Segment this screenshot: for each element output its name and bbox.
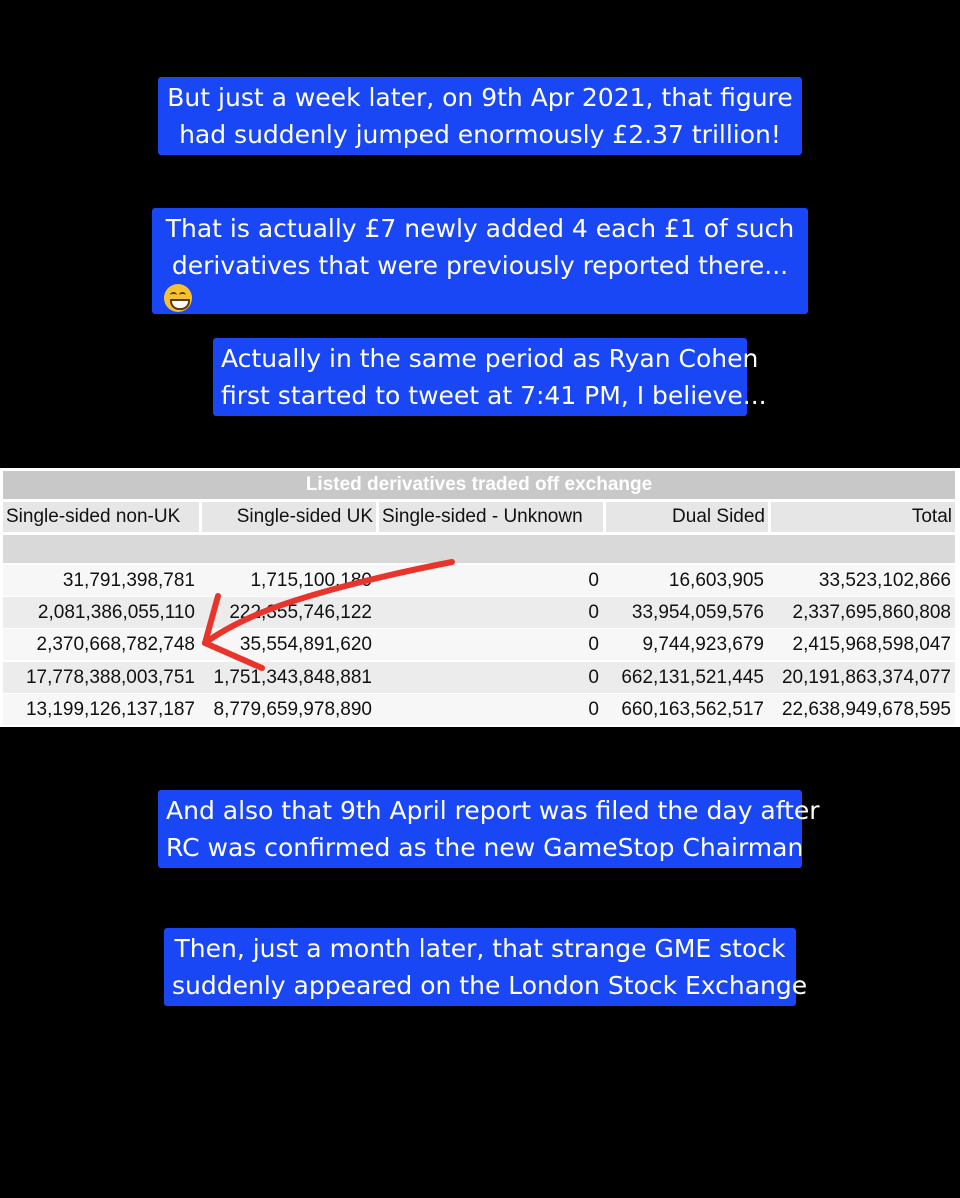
header-single-sided-non-uk: Single-sided non-UK	[3, 502, 199, 532]
table-cell: 33,954,059,576	[631, 602, 764, 623]
table-cell: 35,554,891,620	[239, 634, 372, 655]
table-cell: 222,355,746,122	[229, 602, 372, 623]
table-row: 13,199,126,137,187 8,779,659,978,890 0 6…	[3, 694, 955, 725]
table-cell: 33,523,102,866	[818, 570, 951, 591]
table-cell: 17,778,388,003,751	[25, 667, 195, 688]
table-cell: 660,163,562,517	[621, 699, 764, 720]
caption-2-line-2-wrap: derivatives that were previously reporte…	[160, 247, 800, 312]
caption-4-line-1: And also that 9th April report was filed…	[166, 796, 820, 825]
caption-5: Then, just a month later, that strange G…	[164, 928, 808, 1006]
caption-4: And also that 9th April report was filed…	[158, 790, 820, 868]
table-cell: 2,081,386,055,110	[37, 602, 195, 623]
caption-3-line-2: first started to tweet at 7:41 PM, I bel…	[221, 381, 767, 410]
derivatives-table: Listed derivatives traded off exchange S…	[0, 468, 960, 727]
caption-2: That is actually £7 newly added 4 each £…	[152, 208, 808, 314]
header-single-sided-unknown: Single-sided - Unknown	[379, 502, 603, 532]
table-cell: 2,370,668,782,748	[36, 634, 196, 655]
table-row: 17,778,388,003,751 1,751,343,848,881 0 6…	[3, 662, 955, 693]
caption-4-line-2: RC was confirmed as the new GameStop Cha…	[166, 833, 804, 862]
table-cell: 22,638,949,678,595	[781, 699, 951, 720]
table-cell: 1,715,100,180	[250, 570, 372, 591]
table-cell: 0	[588, 602, 599, 623]
table-cell: 662,131,521,445	[621, 667, 764, 688]
header-dual-sided: Dual Sided	[606, 502, 768, 532]
caption-5-line-1: Then, just a month later, that strange G…	[174, 934, 786, 963]
table-blank-row	[3, 535, 955, 563]
table-header-row: Single-sided non-UK Single-sided UK Sing…	[3, 502, 955, 532]
table-cell: 0	[588, 699, 599, 720]
table-cell: 9,744,923,679	[642, 634, 764, 655]
table-cell: 2,415,968,598,047	[792, 634, 952, 655]
table-row: 2,081,386,055,110 222,355,746,122 0 33,9…	[3, 597, 955, 628]
table-row: 31,791,398,781 1,715,100,180 0 16,603,90…	[3, 565, 955, 596]
caption-5-line-2: suddenly appeared on the London Stock Ex…	[172, 971, 808, 1000]
table-cell: 1,751,343,848,881	[213, 667, 373, 688]
grinning-face-icon	[164, 284, 192, 312]
caption-3: Actually in the same period as Ryan Cohe…	[213, 338, 767, 416]
caption-2-line-1: That is actually £7 newly added 4 each £…	[165, 214, 795, 243]
caption-3-line-1: Actually in the same period as Ryan Cohe…	[221, 344, 759, 373]
table-cell: 16,603,905	[668, 570, 764, 591]
header-single-sided-uk: Single-sided UK	[202, 502, 376, 532]
table-cell: 0	[588, 634, 599, 655]
table-title: Listed derivatives traded off exchange	[3, 471, 955, 499]
table-cell: 13,199,126,137,187	[25, 699, 195, 720]
table-row: 2,370,668,782,748 35,554,891,620 0 9,744…	[3, 629, 955, 660]
table-cell: 8,779,659,978,890	[213, 699, 373, 720]
header-total: Total	[771, 502, 955, 532]
table-cell: 31,791,398,781	[62, 570, 195, 591]
caption-1-line-2: had suddenly jumped enormously £2.37 tri…	[179, 120, 781, 149]
table-cell: 0	[588, 667, 599, 688]
caption-1-line-1: But just a week later, on 9th Apr 2021, …	[167, 83, 793, 112]
caption-2-line-2: derivatives that were previously reporte…	[171, 251, 789, 280]
table-cell: 20,191,863,374,077	[781, 667, 951, 688]
table-cell: 2,337,695,860,808	[792, 602, 952, 623]
table-cell: 0	[588, 570, 599, 591]
caption-1: But just a week later, on 9th Apr 2021, …	[158, 77, 802, 155]
